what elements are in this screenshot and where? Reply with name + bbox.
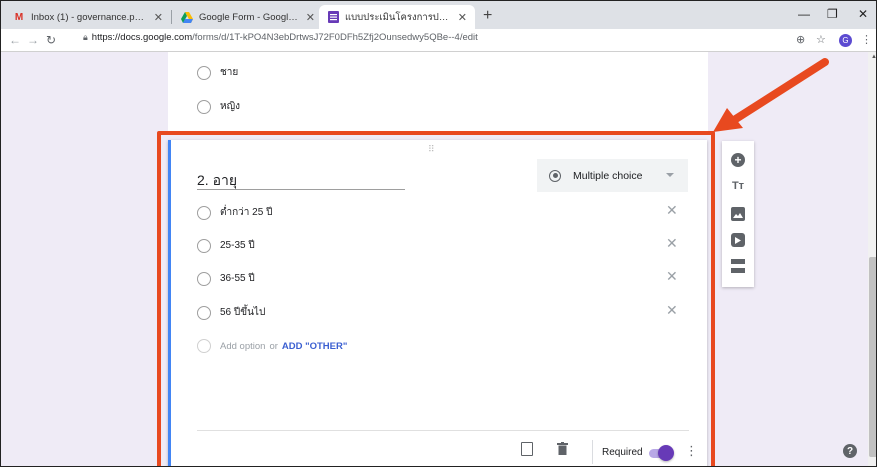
add-section-icon[interactable] (731, 259, 745, 273)
scrollbar[interactable]: ▲ (868, 52, 876, 466)
tab-google-drive[interactable]: Google Form - Google Drive ✕ (173, 5, 323, 29)
url-field[interactable]: 🔒︎ https://docs.google.com/forms/d/1T-kP… (83, 32, 478, 43)
tab-title: Google Form - Google Drive (199, 11, 300, 23)
restore-icon[interactable]: ❐ (827, 7, 838, 21)
scroll-up-icon[interactable]: ▲ (871, 54, 876, 60)
google-forms-icon (327, 11, 339, 23)
window-close-icon[interactable]: ✕ (858, 7, 868, 21)
close-icon[interactable]: ✕ (458, 11, 467, 24)
screenshot-frame: M Inbox (1) - governance.pacc@gm ✕ Googl… (0, 0, 877, 467)
url-host: https://docs.google.com (91, 32, 193, 43)
help-icon[interactable]: ? (843, 444, 857, 458)
browser-tab-strip: M Inbox (1) - governance.pacc@gm ✕ Googl… (1, 1, 876, 29)
add-image-icon[interactable] (731, 207, 745, 221)
radio-icon (197, 99, 211, 114)
gmail-icon: M (14, 11, 24, 23)
option-label[interactable]: ชาย (220, 65, 238, 80)
close-icon[interactable]: ✕ (154, 11, 163, 24)
radio-icon (197, 65, 211, 80)
reload-icon[interactable]: ↻ (46, 33, 56, 47)
minimize-icon[interactable]: — (798, 7, 810, 21)
back-icon[interactable]: ← (9, 33, 21, 47)
new-tab-button[interactable]: + (483, 7, 492, 25)
tab-title: Inbox (1) - governance.pacc@gm (31, 11, 148, 23)
option-row: หญิง (197, 99, 240, 114)
floating-toolbar: + Tт (722, 141, 754, 287)
option-row: ชาย (197, 65, 238, 80)
profile-avatar[interactable]: G (839, 34, 852, 47)
add-video-icon[interactable] (731, 233, 745, 247)
scrollbar-thumb[interactable] (869, 257, 876, 457)
add-title-icon[interactable]: Tт (731, 179, 745, 193)
close-icon[interactable]: ✕ (306, 11, 315, 24)
tab-google-forms[interactable]: แบบประเมินโครงการประชุมเชิงปฏิบัติก ✕ (319, 5, 475, 29)
browser-menu-icon[interactable]: ⋮ (861, 33, 872, 46)
address-bar: ← → ↻ 🔒︎ https://docs.google.com/forms/d… (1, 29, 876, 52)
add-question-icon[interactable]: + (731, 153, 745, 167)
option-label[interactable]: หญิง (220, 99, 240, 114)
lock-icon: 🔒︎ (83, 32, 88, 42)
bookmark-star-icon[interactable]: ☆ (816, 33, 826, 46)
tab-title: แบบประเมินโครงการประชุมเชิงปฏิบัติก (345, 11, 452, 23)
google-drive-icon (181, 11, 193, 23)
annotation-arrow (713, 58, 829, 132)
annotation-highlight-box (157, 131, 715, 466)
url-path: /forms/d/1T-kPO4N3ebDrtwsJ72F0DFh5Zfj2Ou… (192, 32, 478, 43)
form-editor-area: ชาย หญิง ⠿ 2. อายุ Multiple choice ต่ำกว… (1, 52, 876, 466)
zoom-icon[interactable]: ⊕ (796, 33, 805, 46)
forward-icon[interactable]: → (27, 33, 39, 47)
tab-gmail[interactable]: M Inbox (1) - governance.pacc@gm ✕ (5, 5, 171, 29)
previous-question-card: ชาย หญิง (168, 52, 708, 134)
